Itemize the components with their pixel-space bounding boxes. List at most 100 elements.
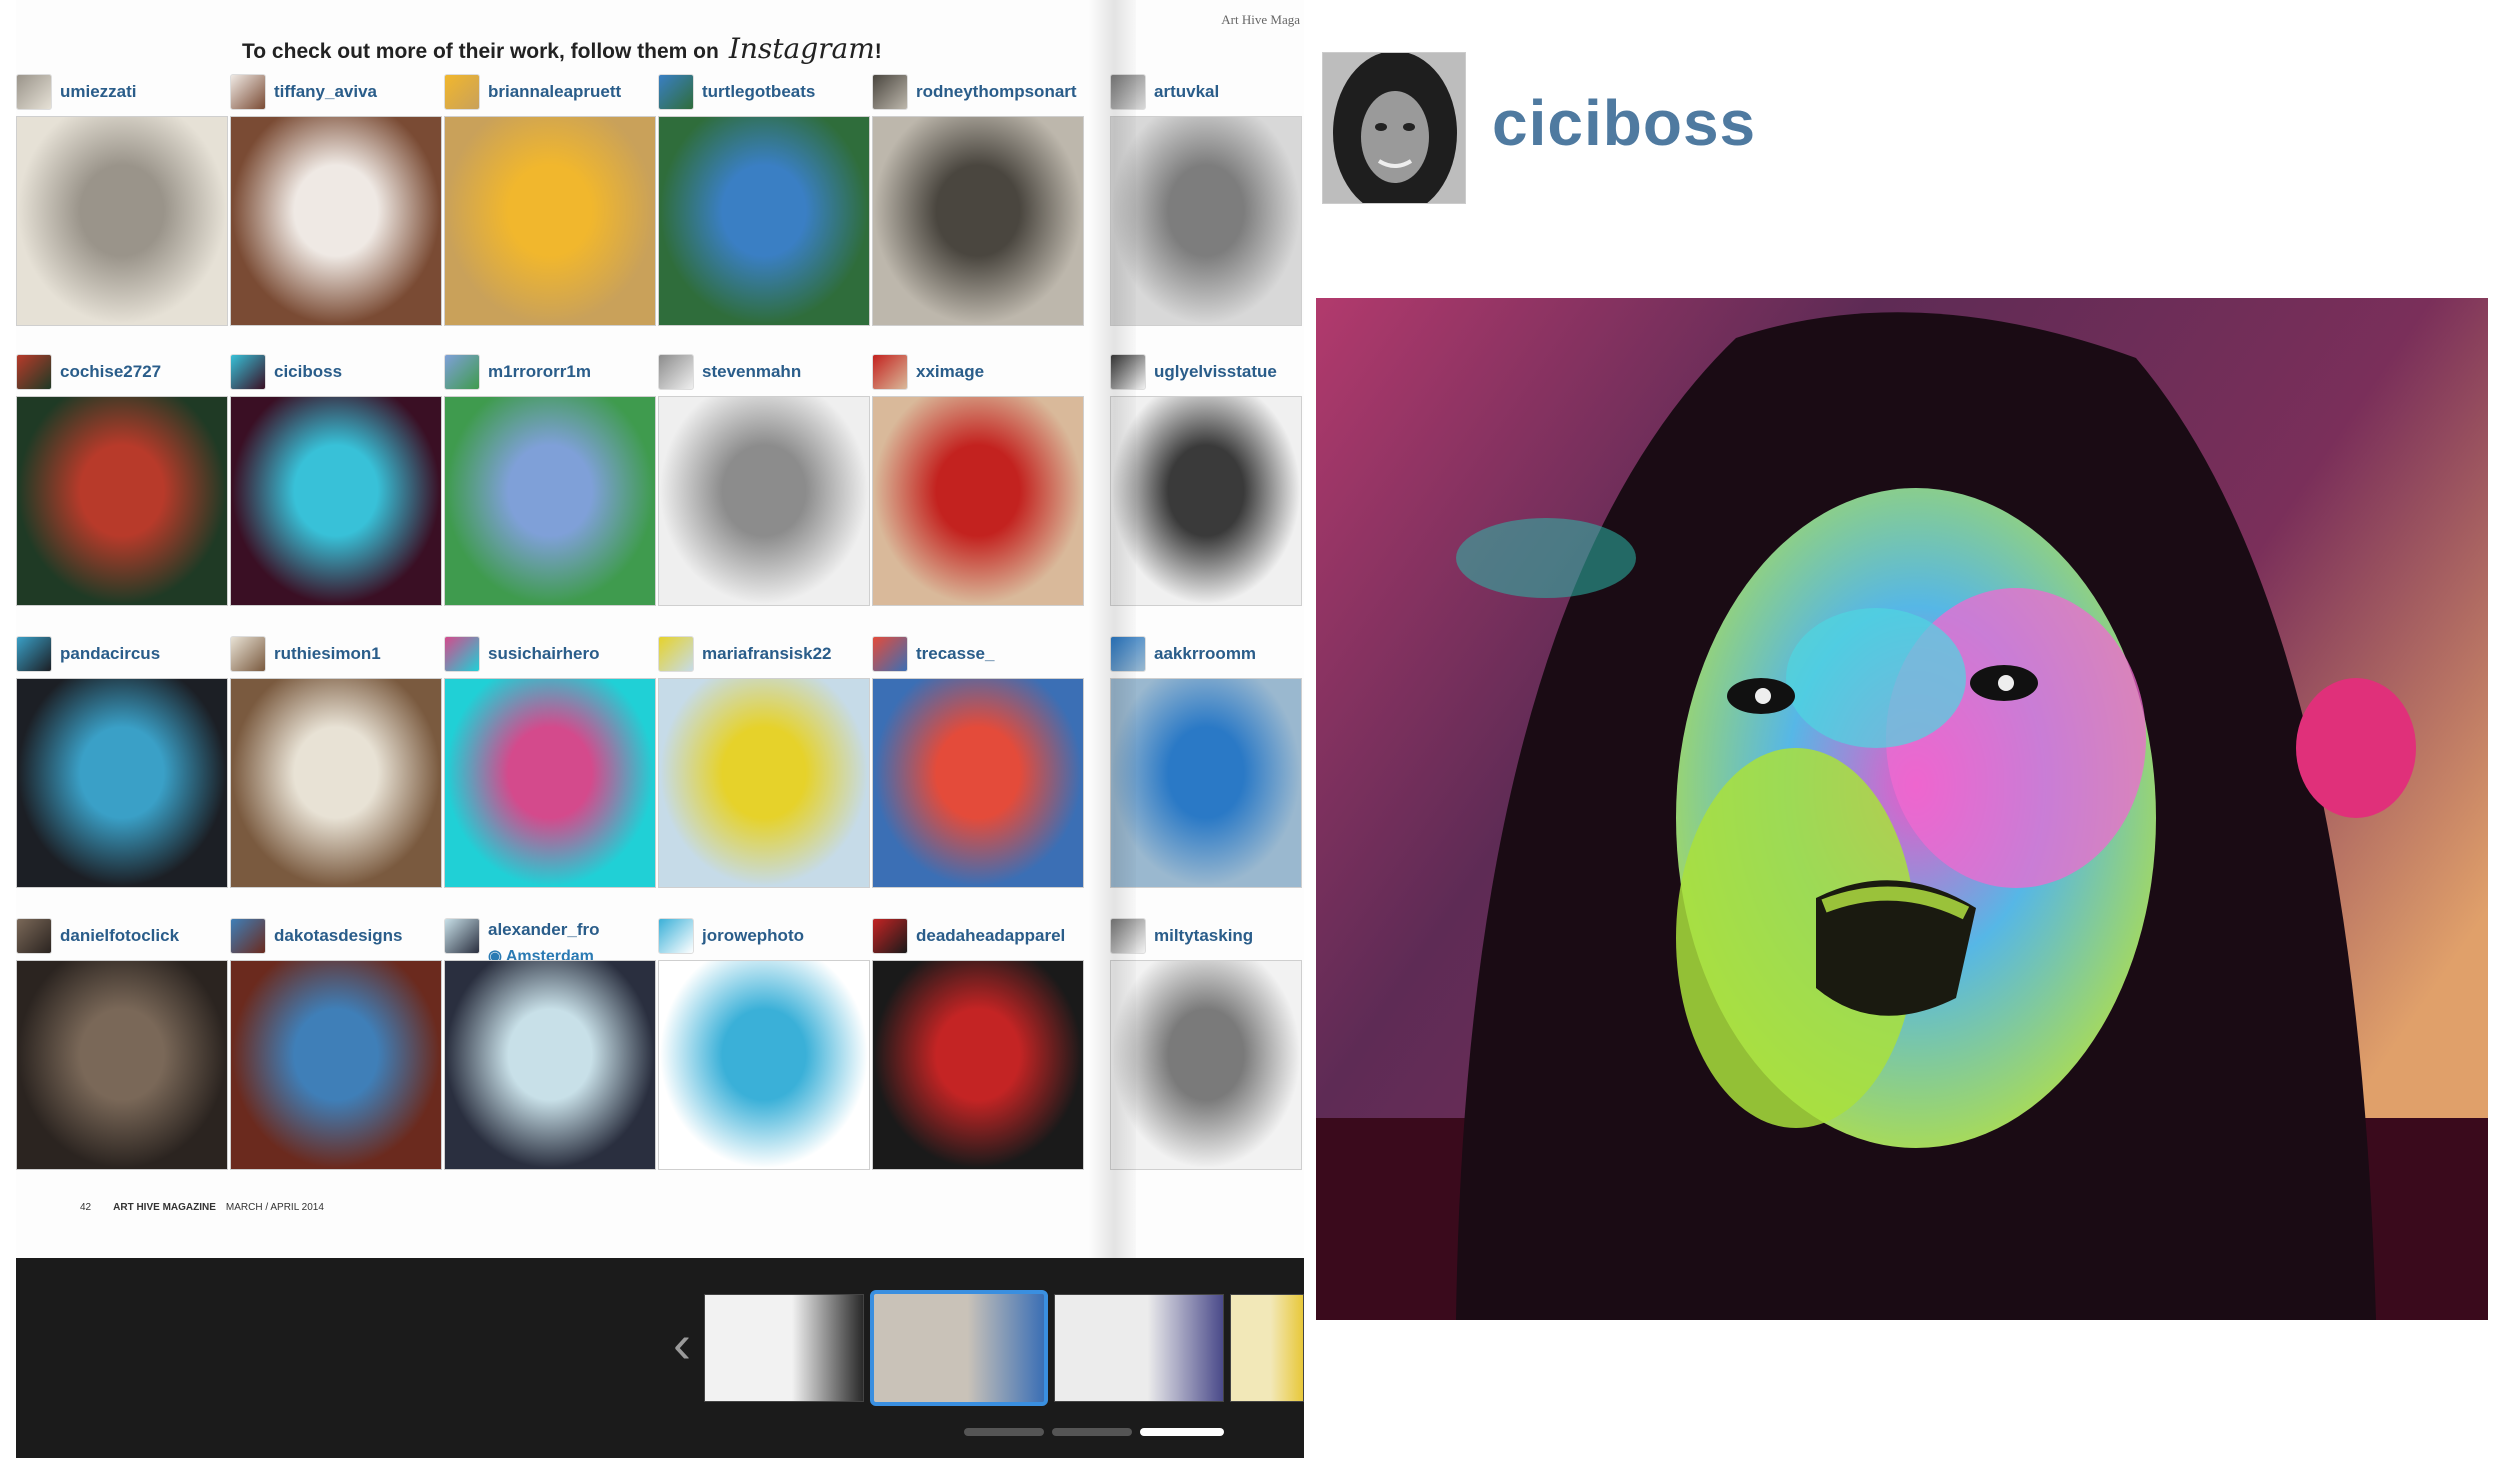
chevron-left-icon[interactable]: ‹ xyxy=(664,1314,700,1374)
post-card[interactable]: mariafransisk22 xyxy=(658,632,870,888)
page-thumbnail[interactable] xyxy=(1054,1294,1224,1402)
avatar[interactable] xyxy=(872,74,908,110)
avatar[interactable] xyxy=(1110,636,1146,672)
post-username[interactable]: uglyelvisstatue xyxy=(1154,362,1277,382)
post-card[interactable]: aakkrroomm xyxy=(1110,632,1302,888)
post-username[interactable]: alexander_fro xyxy=(488,920,600,940)
post-photo[interactable] xyxy=(230,396,442,606)
avatar[interactable] xyxy=(1110,74,1146,110)
post-card[interactable]: xximage xyxy=(872,350,1084,606)
page-thumbnail[interactable] xyxy=(704,1294,864,1402)
post-username[interactable]: pandacircus xyxy=(60,644,160,664)
magazine-page[interactable]: Art Hive Maga To check out more of their… xyxy=(16,0,1304,1258)
post-photo[interactable] xyxy=(658,396,870,606)
post-card[interactable]: pandacircus xyxy=(16,632,228,888)
post-username[interactable]: ciciboss xyxy=(274,362,342,382)
post-username[interactable]: briannaleapruett xyxy=(488,82,621,102)
post-card[interactable]: alexander_fro ◉ Amsterdam xyxy=(444,914,656,1170)
avatar[interactable] xyxy=(658,354,694,390)
zoomed-username[interactable]: ciciboss xyxy=(1492,86,1756,160)
post-card[interactable]: ruthiesimon1 xyxy=(230,632,442,888)
avatar[interactable] xyxy=(444,354,480,390)
avatar[interactable] xyxy=(16,74,52,110)
post-username[interactable]: ruthiesimon1 xyxy=(274,644,381,664)
page-thumbnail-current[interactable] xyxy=(870,1290,1048,1406)
post-card[interactable]: turtlegotbeats xyxy=(658,70,870,326)
post-username[interactable]: stevenmahn xyxy=(702,362,801,382)
post-photo[interactable] xyxy=(872,960,1084,1170)
avatar[interactable] xyxy=(872,354,908,390)
avatar[interactable] xyxy=(444,918,480,954)
post-photo[interactable] xyxy=(444,960,656,1170)
post-photo[interactable] xyxy=(658,678,870,888)
post-card[interactable]: m1rrororr1m xyxy=(444,350,656,606)
avatar[interactable] xyxy=(230,354,266,390)
avatar[interactable] xyxy=(658,74,694,110)
avatar[interactable] xyxy=(658,918,694,954)
page-thumbnail[interactable] xyxy=(1230,1294,1304,1402)
post-username[interactable]: aakkrroomm xyxy=(1154,644,1256,664)
post-card[interactable]: artuvkal xyxy=(1110,70,1302,326)
post-photo[interactable] xyxy=(658,116,870,326)
post-username[interactable]: danielfotoclick xyxy=(60,926,179,946)
post-username[interactable]: turtlegotbeats xyxy=(702,82,815,102)
avatar[interactable] xyxy=(230,636,266,672)
post-card[interactable]: susichairhero xyxy=(444,632,656,888)
post-card[interactable]: stevenmahn xyxy=(658,350,870,606)
page-indicator[interactable] xyxy=(964,1428,1044,1436)
post-username[interactable]: deadaheadapparel xyxy=(916,926,1065,946)
post-card[interactable]: jorowephoto xyxy=(658,914,870,1170)
post-card[interactable]: miltytasking xyxy=(1110,914,1302,1170)
post-card[interactable]: briannaleapruett xyxy=(444,70,656,326)
post-username[interactable]: umiezzati xyxy=(60,82,137,102)
post-username[interactable]: dakotasdesigns xyxy=(274,926,403,946)
post-photo[interactable] xyxy=(230,116,442,326)
post-photo[interactable] xyxy=(16,116,228,326)
post-username[interactable]: mariafransisk22 xyxy=(702,644,831,664)
post-photo[interactable] xyxy=(16,678,228,888)
post-username[interactable]: trecasse_ xyxy=(916,644,994,664)
avatar[interactable] xyxy=(230,74,266,110)
post-username[interactable]: susichairhero xyxy=(488,644,600,664)
post-card[interactable]: danielfotoclick xyxy=(16,914,228,1170)
avatar[interactable] xyxy=(444,636,480,672)
post-username[interactable]: tiffany_aviva xyxy=(274,82,377,102)
page-indicator[interactable] xyxy=(1052,1428,1132,1436)
post-card[interactable]: rodneythompsonart xyxy=(872,70,1084,326)
post-card[interactable]: uglyelvisstatue xyxy=(1110,350,1302,606)
post-username[interactable]: jorowephoto xyxy=(702,926,804,946)
post-card[interactable]: tiffany_aviva xyxy=(230,70,442,326)
avatar[interactable] xyxy=(444,74,480,110)
avatar[interactable] xyxy=(230,918,266,954)
avatar[interactable] xyxy=(872,918,908,954)
post-card[interactable]: dakotasdesigns xyxy=(230,914,442,1170)
post-card[interactable]: cochise2727 xyxy=(16,350,228,606)
post-username[interactable]: rodneythompsonart xyxy=(916,82,1077,102)
post-photo[interactable] xyxy=(872,116,1084,326)
avatar[interactable] xyxy=(16,354,52,390)
avatar[interactable] xyxy=(1110,354,1146,390)
post-card[interactable]: deadaheadapparel xyxy=(872,914,1084,1170)
avatar[interactable] xyxy=(872,636,908,672)
post-photo[interactable] xyxy=(16,396,228,606)
post-photo[interactable] xyxy=(1110,960,1302,1170)
post-photo[interactable] xyxy=(872,396,1084,606)
page-indicator-active[interactable] xyxy=(1140,1428,1224,1436)
zoomed-photo[interactable] xyxy=(1316,298,2488,1320)
post-photo[interactable] xyxy=(1110,396,1302,606)
post-photo[interactable] xyxy=(872,678,1084,888)
avatar[interactable] xyxy=(1110,918,1146,954)
post-username[interactable]: miltytasking xyxy=(1154,926,1253,946)
post-card[interactable]: umiezzati xyxy=(16,70,228,326)
post-card[interactable]: trecasse_ xyxy=(872,632,1084,888)
post-photo[interactable] xyxy=(444,678,656,888)
post-card[interactable]: ciciboss xyxy=(230,350,442,606)
post-photo[interactable] xyxy=(1110,678,1302,888)
post-username[interactable]: xximage xyxy=(916,362,984,382)
post-photo[interactable] xyxy=(444,396,656,606)
post-photo[interactable] xyxy=(230,678,442,888)
post-photo[interactable] xyxy=(444,116,656,326)
avatar[interactable] xyxy=(16,636,52,672)
post-username[interactable]: cochise2727 xyxy=(60,362,161,382)
post-username[interactable]: m1rrororr1m xyxy=(488,362,591,382)
